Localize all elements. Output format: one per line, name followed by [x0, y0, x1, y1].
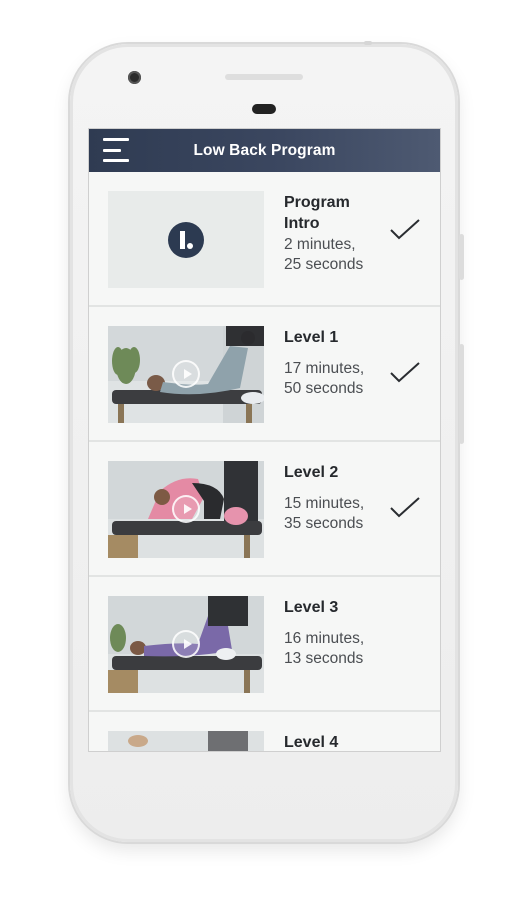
item-title: Level 1: [284, 329, 339, 346]
level-3-thumbnail[interactable]: [108, 596, 264, 693]
item-duration: 16 minutes, 13 seconds: [284, 630, 365, 667]
phone-top-button: [364, 41, 372, 45]
list-item-level-2[interactable]: Level 2 15 minutes, 35 seconds: [89, 442, 440, 577]
item-title: Level 4: [284, 734, 339, 751]
app-screen: Low Back Program Program Intro 2 minutes…: [88, 128, 441, 752]
checkmark-icon: [389, 495, 421, 519]
level-2-thumbnail[interactable]: [108, 461, 264, 558]
proximity-sensor: [252, 104, 276, 114]
list-item-program-intro[interactable]: Program Intro 2 minutes, 25 seconds: [89, 172, 440, 307]
list-item-level-4[interactable]: Level 4: [89, 712, 440, 751]
play-icon[interactable]: [172, 495, 200, 523]
program-list: Program Intro 2 minutes, 25 seconds Leve…: [89, 172, 440, 751]
phone-volume-button: [459, 344, 464, 444]
checkmark-icon: [389, 217, 421, 241]
page-title: Low Back Program: [193, 141, 336, 159]
play-icon[interactable]: [172, 630, 200, 658]
phone-frame: Low Back Program Program Intro 2 minutes…: [70, 41, 464, 842]
phone-power-button: [459, 234, 464, 280]
item-title: Level 3: [284, 599, 339, 616]
level-1-thumbnail[interactable]: [108, 326, 264, 423]
front-camera: [128, 71, 141, 84]
checkmark-icon: [389, 360, 421, 384]
intro-thumbnail[interactable]: [108, 191, 264, 288]
item-title: Level 2: [284, 464, 339, 481]
brand-logo-icon: [168, 222, 204, 258]
item-duration: 2 minutes, 25 seconds: [284, 236, 364, 273]
list-item-level-3[interactable]: Level 3 16 minutes, 13 seconds: [89, 577, 440, 712]
item-duration: 17 minutes, 50 seconds: [284, 360, 365, 397]
hamburger-menu-icon[interactable]: [103, 137, 129, 163]
list-item-level-1[interactable]: Level 1 17 minutes, 50 seconds: [89, 307, 440, 442]
item-duration: 15 minutes, 35 seconds: [284, 495, 365, 532]
app-bar: Low Back Program: [89, 129, 440, 172]
level-4-thumbnail[interactable]: [108, 731, 264, 751]
play-icon[interactable]: [172, 360, 200, 388]
item-title: Program Intro: [284, 194, 350, 232]
earpiece-speaker: [225, 74, 303, 80]
